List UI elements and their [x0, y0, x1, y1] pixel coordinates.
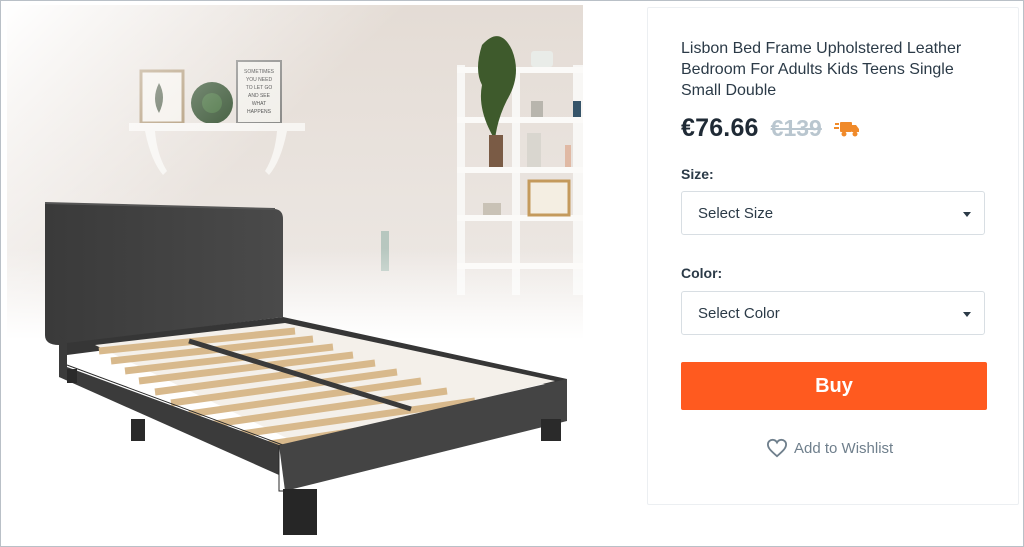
- product-image[interactable]: SOMETIMES YOU NEED TO LET GO AND SEE WHA…: [7, 5, 583, 545]
- wishlist-label: Add to Wishlist: [794, 439, 894, 457]
- truck-icon: [833, 121, 859, 136]
- size-select-value: Select Size: [698, 205, 774, 222]
- current-price: €76.66: [681, 114, 759, 142]
- color-select-value: Select Color: [698, 305, 780, 322]
- product-title: Lisbon Bed Frame Upholstered Leather Bed…: [681, 40, 962, 99]
- size-label: Size:: [681, 166, 714, 182]
- size-select[interactable]: Select Size: [681, 191, 985, 235]
- original-price: €139: [770, 115, 822, 141]
- caret-down-icon: [963, 312, 971, 317]
- caret-down-icon: [963, 212, 971, 217]
- buy-button[interactable]: Buy: [681, 362, 987, 410]
- bed-photo: SOMETIMES YOU NEED TO LET GO AND SEE WHA…: [7, 5, 583, 545]
- color-select[interactable]: Select Color: [681, 291, 985, 335]
- price-row: €76.66 €139: [681, 114, 860, 143]
- product-page: SOMETIMES YOU NEED TO LET GO AND SEE WHA…: [0, 0, 1024, 547]
- add-to-wishlist-link[interactable]: Add to Wishlist: [766, 438, 893, 458]
- product-details-panel: Lisbon Bed Frame Upholstered Leather Bed…: [647, 7, 1019, 505]
- heart-icon: [766, 438, 788, 458]
- color-label: Color:: [681, 265, 723, 281]
